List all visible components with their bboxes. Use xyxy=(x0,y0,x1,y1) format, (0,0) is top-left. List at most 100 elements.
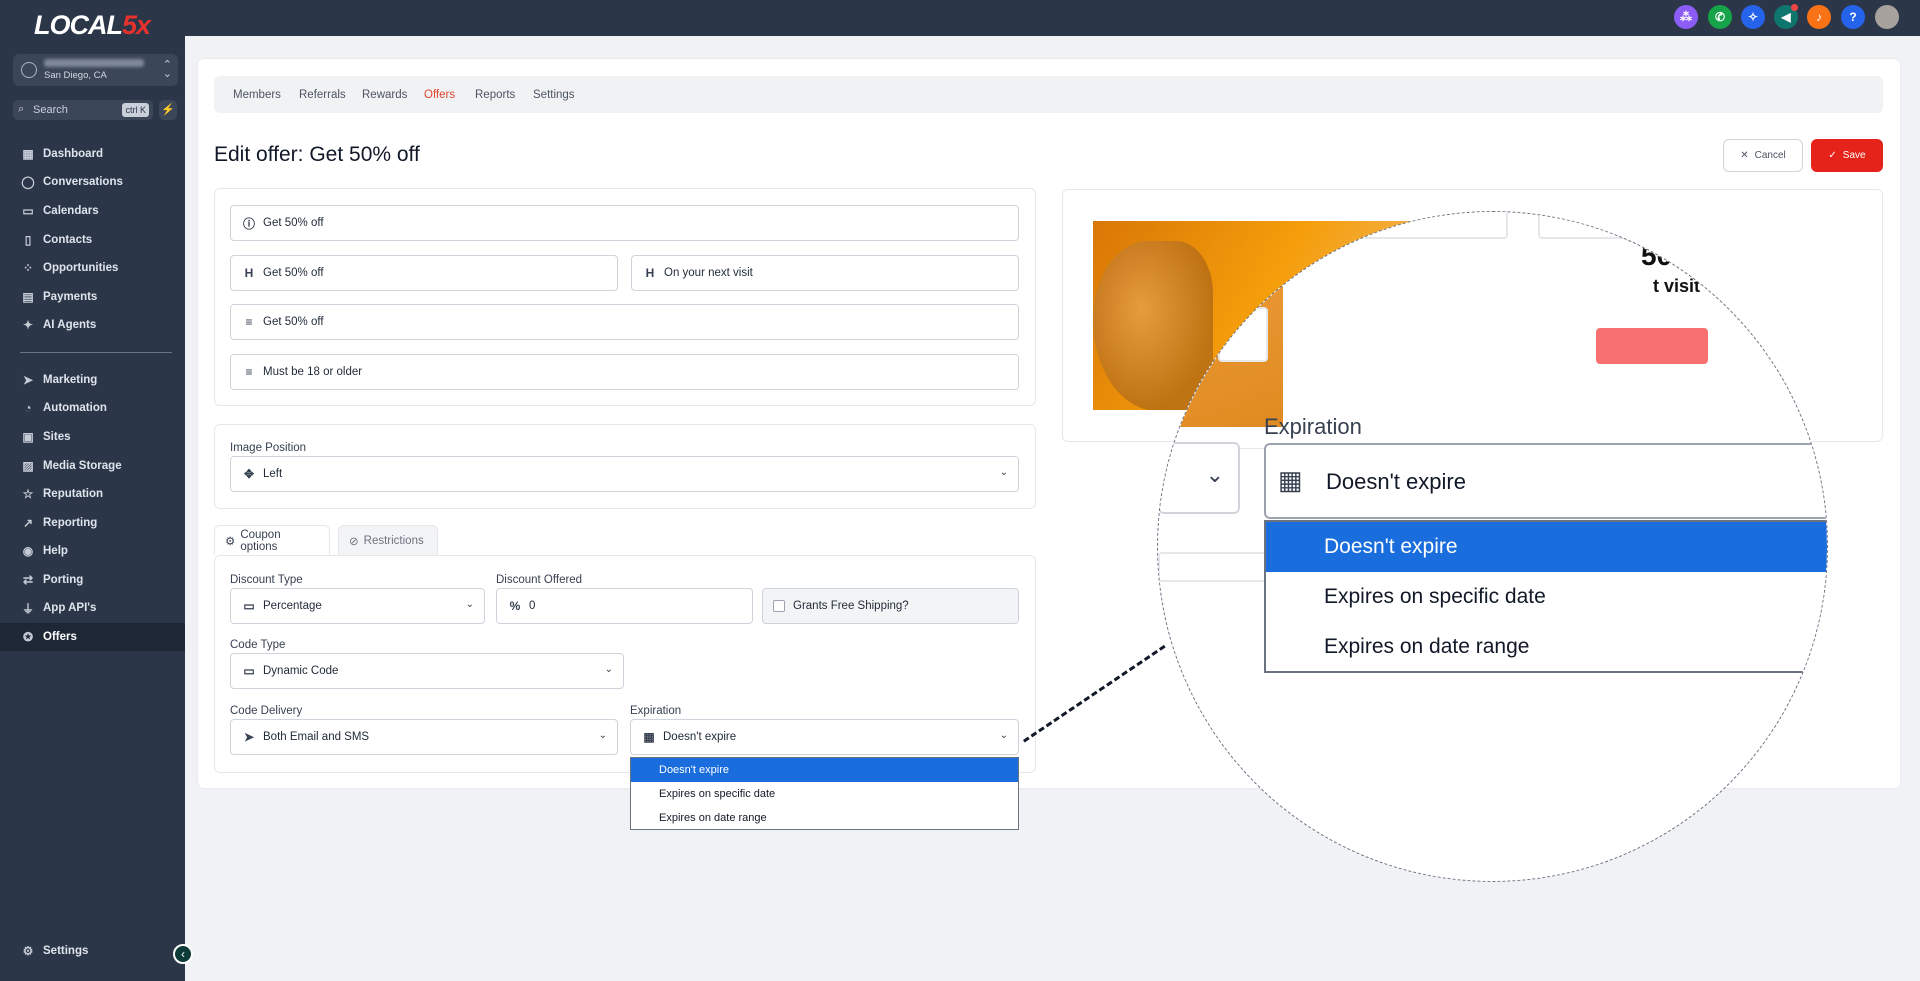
image-icon: ▨ xyxy=(22,459,34,473)
sidebar-item-app-apis[interactable]: ⏚ App API's xyxy=(0,594,185,622)
discount-type-select[interactable]: ▭ Percentage ⌄ xyxy=(230,588,485,624)
search-icon: ⌕ xyxy=(18,103,25,115)
quick-action-bolt-icon[interactable]: ⚡ xyxy=(159,100,177,120)
gear-icon: ⚙ xyxy=(22,944,34,958)
app-logo[interactable]: LOCAL5x xyxy=(34,10,151,41)
magnified-cta-button xyxy=(1596,328,1708,364)
tab-restrictions[interactable]: ⊘ Restrictions xyxy=(338,525,438,555)
plug-icon: ⏚ xyxy=(21,601,34,616)
grid-icon: ▦ xyxy=(22,147,34,161)
checkbox[interactable] xyxy=(773,600,785,612)
sidebar-item-help[interactable]: ◉ Help xyxy=(0,537,185,565)
tab-reports[interactable]: Reports xyxy=(475,89,515,101)
code-type-label: Code Type xyxy=(230,639,286,651)
free-shipping-checkbox[interactable]: Grants Free Shipping? xyxy=(762,588,1019,624)
arrows-icon: ⇄ xyxy=(22,573,34,587)
receipt-icon: ▤ xyxy=(22,290,34,304)
account-switcher[interactable]: San Diego, CA ⌃ ⌄ xyxy=(13,54,178,86)
account-location: San Diego, CA xyxy=(44,70,107,81)
sparkle-icon: ✦ xyxy=(22,318,34,332)
sidebar-item-media-storage[interactable]: ▨ Media Storage xyxy=(0,452,185,480)
dropdown-option[interactable]: Expires on specific date xyxy=(631,782,1018,806)
flower-logo-icon: ✾ xyxy=(1214,258,1236,288)
sites-icon: ▣ xyxy=(22,430,34,444)
image-position-select[interactable]: ✥ Left ⌄ xyxy=(230,456,1019,492)
offer-name-field[interactable]: ⓘ Get 50% off xyxy=(230,205,1019,241)
phone-icon[interactable]: ✆ xyxy=(1708,5,1732,29)
sidebar-item-settings[interactable]: ⚙ Settings xyxy=(0,937,185,965)
sidebar-item-automation[interactable]: ◔ Automation xyxy=(0,394,185,422)
cancel-button[interactable]: ✕ Cancel xyxy=(1723,139,1803,172)
magnifier-content: ✾ RA 50% off t visit ⌄ Expiration ▦ Does… xyxy=(1158,212,1827,881)
magnified-card-edge xyxy=(1218,307,1268,362)
sidebar-item-payments[interactable]: ▤ Payments xyxy=(0,283,185,311)
expiration-select[interactable]: ▦ Doesn't expire ⌄ xyxy=(630,719,1019,755)
top-bar: ⁂ ✆ ✧ ◀ ♪ ? xyxy=(185,0,1920,36)
sidebar-item-sites[interactable]: ▣ Sites xyxy=(0,423,185,451)
sidebar-item-dashboard[interactable]: ▦ Dashboard xyxy=(0,140,185,168)
discount-offered-input[interactable]: % 0 xyxy=(496,588,753,624)
save-button[interactable]: ✓ Save xyxy=(1811,139,1883,172)
check-icon: ✓ xyxy=(1828,150,1837,161)
account-avatar-icon xyxy=(21,62,37,78)
offers-tabs: Members Referrals Rewards Offers Reports… xyxy=(214,76,1883,113)
sidebar-search[interactable]: ⌕ Search ctrl K xyxy=(13,100,153,120)
sidebar-item-conversations[interactable]: ◯ Conversations xyxy=(0,168,185,196)
magnified-brand-text: RA xyxy=(1250,258,1287,288)
sidebar-item-opportunities[interactable]: ⁘ Opportunities xyxy=(0,254,185,282)
magnified-option: Expires on specific date xyxy=(1324,585,1546,608)
dropdown-option[interactable]: Expires on date range xyxy=(631,806,1018,830)
image-position-label: Image Position xyxy=(230,442,307,454)
terms-field[interactable]: ≡ Must be 18 or older xyxy=(230,354,1019,390)
sidebar-item-offers[interactable]: ✪ Offers xyxy=(0,623,185,651)
ticket-icon: ▭ xyxy=(243,599,255,613)
close-icon: ✕ xyxy=(1740,150,1749,161)
tab-rewards[interactable]: Rewards xyxy=(362,89,407,101)
description-field[interactable]: ≡ Get 50% off xyxy=(230,304,1019,340)
subheadline-field[interactable]: H On your next visit xyxy=(631,255,1019,291)
tab-coupon-options[interactable]: ⚙ Coupon options xyxy=(214,525,330,555)
sidebar-item-calendars[interactable]: ▭ Calendars xyxy=(0,197,185,225)
search-placeholder: Search xyxy=(33,104,68,116)
discount-offered-label: Discount Offered xyxy=(496,574,583,586)
dropdown-option[interactable]: Doesn't expire xyxy=(631,758,1018,782)
help-question-icon[interactable]: ? xyxy=(1841,5,1865,29)
network-icon: ⁘ xyxy=(22,261,34,275)
sidebar-item-contacts[interactable]: ▯ Contacts xyxy=(0,226,185,254)
magnified-field-edge xyxy=(1538,212,1738,239)
translate-icon[interactable]: ⁂ xyxy=(1674,5,1698,29)
sidebar-item-ai-agents[interactable]: ✦ AI Agents xyxy=(0,311,185,339)
sidebar-item-reputation[interactable]: ☆ Reputation xyxy=(0,480,185,508)
tab-settings[interactable]: Settings xyxy=(533,89,575,101)
magnified-subheadline: t visit xyxy=(1653,276,1701,296)
magnified-expiration-label: Expiration xyxy=(1264,414,1362,439)
chevron-down-icon: ⌄ xyxy=(465,599,474,610)
tab-members[interactable]: Members xyxy=(233,89,281,101)
megaphone-icon[interactable]: ◀ xyxy=(1774,4,1798,29)
user-avatar[interactable] xyxy=(1875,5,1899,29)
automation-icon: ◔ xyxy=(24,401,32,415)
discount-type-label: Discount Type xyxy=(230,574,303,586)
magnified-option: Expires on date range xyxy=(1324,635,1530,658)
page-title: Edit offer: Get 50% off xyxy=(214,143,420,166)
expiration-dropdown: Doesn't expire Expires on specific date … xyxy=(630,757,1019,830)
code-delivery-select[interactable]: ➤ Both Email and SMS ⌄ xyxy=(230,719,618,755)
magic-icon[interactable]: ✧ xyxy=(1741,5,1765,29)
contacts-icon: ▯ xyxy=(24,233,32,247)
tab-offers[interactable]: Offers xyxy=(424,89,455,101)
headline-field[interactable]: H Get 50% off xyxy=(230,255,618,291)
chevron-down-icon: ⌄ xyxy=(598,730,607,741)
bell-icon[interactable]: ♪ xyxy=(1807,5,1831,29)
sidebar-item-marketing[interactable]: ➤ Marketing xyxy=(0,366,185,394)
magnified-select-edge: ⌄ xyxy=(1158,442,1240,514)
tab-referrals[interactable]: Referrals xyxy=(299,89,346,101)
code-type-select[interactable]: ▭ Dynamic Code ⌄ xyxy=(230,653,624,689)
star-icon: ☆ xyxy=(22,487,34,501)
sidebar-item-porting[interactable]: ⇄ Porting xyxy=(0,566,185,594)
magnified-expiration-dropdown: Doesn't expire Expires on specific date … xyxy=(1264,520,1827,673)
account-name-blurred xyxy=(44,59,144,67)
send-icon: ➤ xyxy=(22,373,34,387)
heading-icon: H xyxy=(645,266,655,280)
sidebar-item-reporting[interactable]: ↗ Reporting xyxy=(0,509,185,537)
sidebar-collapse-button[interactable]: ‹ xyxy=(173,944,193,964)
